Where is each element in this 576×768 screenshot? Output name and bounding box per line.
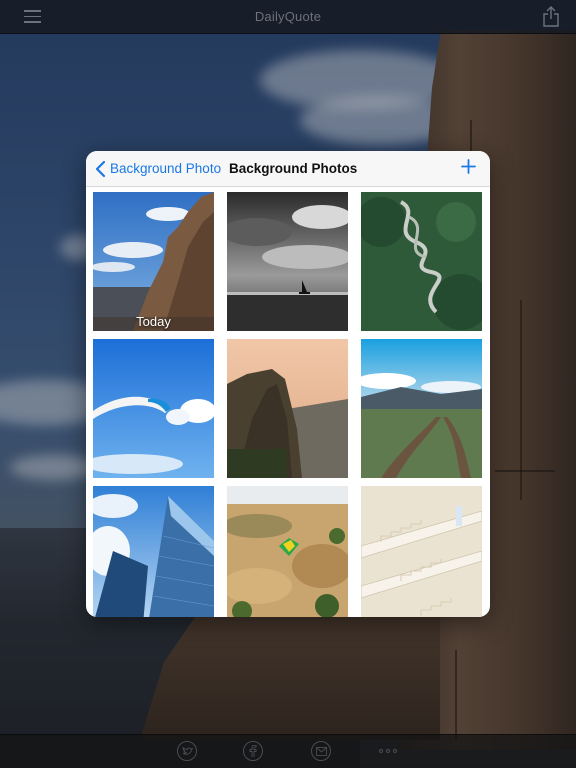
app-title: DailyQuote (254, 9, 322, 24)
background-photos-popover: Background Photo Background Photos Today (86, 151, 490, 617)
plus-icon[interactable] (461, 159, 476, 174)
photo-tile-paraglider[interactable] (93, 339, 214, 478)
photo-tile-white-staircases[interactable] (361, 486, 482, 617)
facebook-icon[interactable] (243, 741, 263, 761)
bottom-toolbar (0, 734, 576, 768)
photo-tile-dirt-road[interactable] (361, 339, 482, 478)
twitter-icon[interactable] (177, 741, 197, 761)
top-navigation-bar: DailyQuote (0, 0, 576, 34)
more-icon[interactable] (379, 749, 397, 753)
photo-tile-rock-spire[interactable]: Today (93, 192, 214, 331)
chevron-left-icon (95, 160, 106, 177)
popover-navigation-bar: Background Photo Background Photos (86, 151, 490, 187)
photo-tile-skyscraper[interactable] (93, 486, 214, 617)
back-button[interactable]: Background Photo (94, 151, 221, 186)
photo-tile-hot-air-balloon[interactable] (227, 486, 348, 617)
photo-tile-winding-road[interactable] (361, 192, 482, 331)
mail-icon[interactable] (311, 741, 331, 761)
share-icon[interactable] (542, 6, 560, 27)
popover-title: Background Photos (229, 161, 358, 176)
today-label: Today (136, 314, 171, 329)
photo-tile-sailboat[interactable] (227, 192, 348, 331)
back-button-label: Background Photo (110, 161, 222, 176)
photo-tile-cliff-sunset[interactable] (227, 339, 348, 478)
